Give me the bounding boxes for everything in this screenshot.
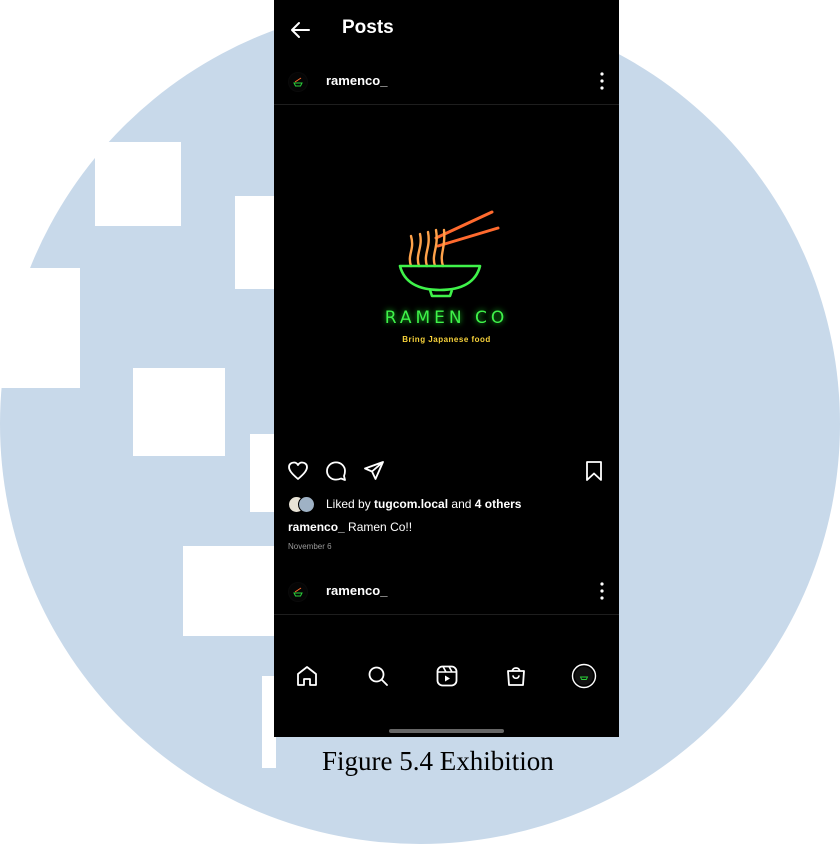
shop-icon[interactable] (503, 663, 529, 689)
post-caption: ramenco_ Ramen Co!! (288, 520, 412, 534)
reels-icon[interactable] (434, 663, 460, 689)
likes-text: Liked by tugcom.local and 4 others (326, 497, 521, 511)
share-icon[interactable] (362, 459, 386, 483)
likes-user[interactable]: tugcom.local (374, 497, 448, 511)
bookmark-icon[interactable] (582, 459, 606, 483)
next-post-username[interactable]: ramenco_ (326, 583, 387, 598)
home-indicator[interactable] (389, 729, 504, 733)
post-date: November 6 (288, 542, 332, 551)
likes-and: and (451, 497, 472, 511)
post-header: ramenco_ (274, 60, 619, 105)
post-actions (274, 455, 619, 487)
search-icon[interactable] (365, 663, 391, 689)
home-icon[interactable] (294, 663, 320, 689)
figure-caption: Figure 5.4 Exhibition (322, 746, 554, 776)
liker-avatar (298, 496, 315, 513)
background-square (0, 268, 80, 388)
top-bar: Posts (274, 0, 619, 60)
likes-others[interactable]: 4 others (475, 497, 522, 511)
arrow-left-icon[interactable] (288, 18, 312, 42)
background-square (235, 196, 275, 289)
background-square (133, 368, 225, 456)
brand-tagline: Bring Japanese food (402, 335, 491, 344)
avatar[interactable] (288, 72, 308, 92)
post-image[interactable] (274, 106, 619, 451)
page-title: Posts (342, 17, 394, 38)
bottom-nav (274, 650, 619, 700)
next-post-header: ramenco_ (274, 570, 619, 615)
more-vertical-icon[interactable] (599, 70, 605, 92)
heart-icon[interactable] (286, 459, 310, 483)
background-square (250, 434, 274, 512)
comment-icon[interactable] (324, 459, 348, 483)
likes-row[interactable]: Liked by tugcom.local and 4 others (288, 494, 618, 514)
profile-icon[interactable] (571, 663, 597, 689)
brand-name: RAMEN CO (384, 308, 509, 328)
phone-screen: Posts ramenco_ RAMEN CO Bring Japanese f… (274, 0, 619, 737)
background-square (183, 546, 274, 636)
background-square (95, 142, 181, 226)
avatar[interactable] (288, 582, 308, 602)
caption-text: Ramen Co!! (348, 520, 413, 534)
caption-username[interactable]: ramenco_ (288, 520, 345, 534)
likes-prefix: Liked by (326, 497, 371, 511)
ramen-bowl-logo (398, 210, 500, 298)
post-username[interactable]: ramenco_ (326, 73, 387, 88)
more-vertical-icon[interactable] (599, 580, 605, 602)
